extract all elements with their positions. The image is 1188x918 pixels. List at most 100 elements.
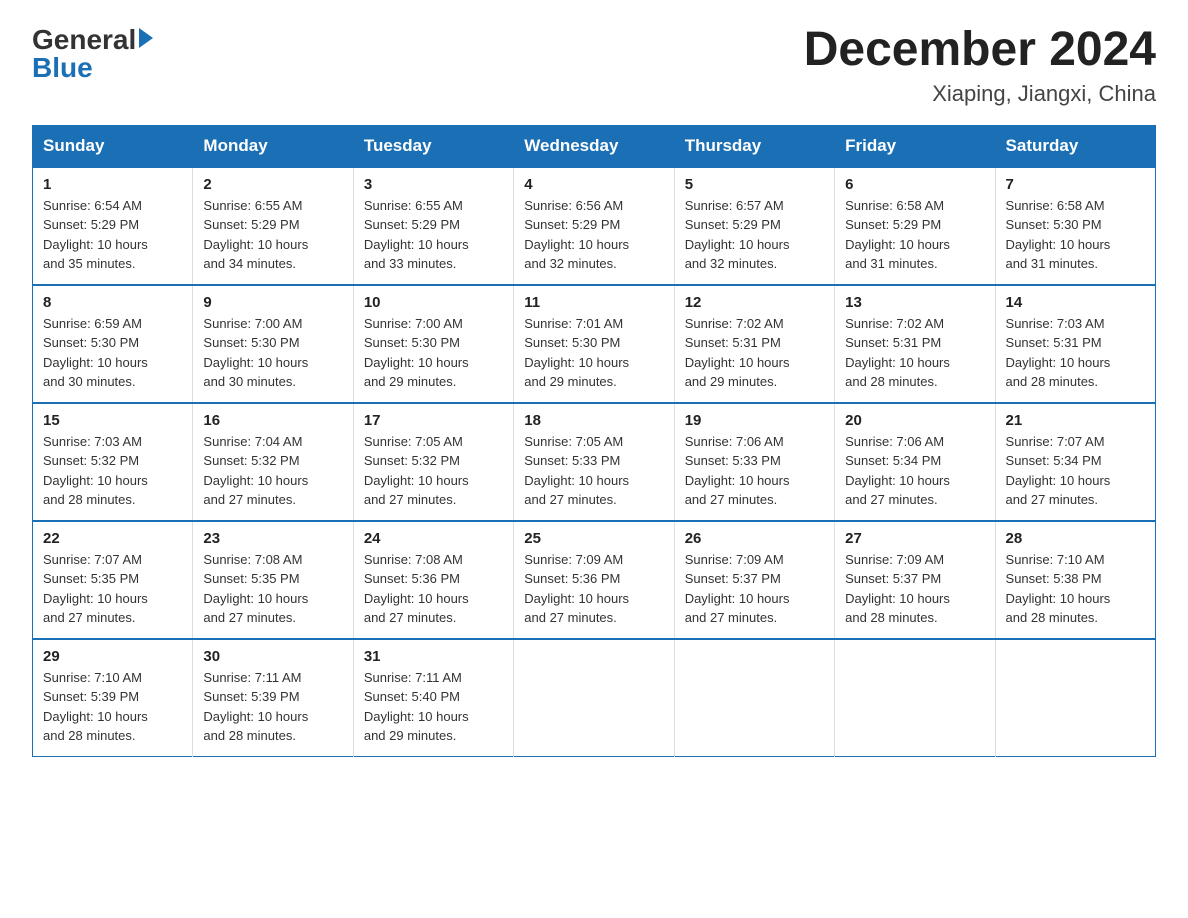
day-info: Sunrise: 7:05 AM Sunset: 5:33 PM Dayligh… (524, 432, 663, 510)
day-number: 20 (845, 412, 984, 429)
col-wednesday: Wednesday (514, 125, 674, 167)
table-row: 4 Sunrise: 6:56 AM Sunset: 5:29 PM Daylig… (514, 167, 674, 285)
table-row: 26 Sunrise: 7:09 AM Sunset: 5:37 PM Dayli… (674, 521, 834, 639)
day-info: Sunrise: 7:07 AM Sunset: 5:35 PM Dayligh… (43, 550, 182, 628)
col-saturday: Saturday (995, 125, 1155, 167)
day-info: Sunrise: 7:02 AM Sunset: 5:31 PM Dayligh… (845, 314, 984, 392)
col-thursday: Thursday (674, 125, 834, 167)
day-number: 16 (203, 412, 342, 429)
table-row: 14Sunrise: 7:03 AM Sunset: 5:31 PM Dayli… (995, 285, 1155, 403)
logo: General Blue (32, 24, 153, 84)
table-row: 23 Sunrise: 7:08 AM Sunset: 5:35 PM Dayli… (193, 521, 353, 639)
day-info: Sunrise: 7:10 AM Sunset: 5:39 PM Dayligh… (43, 668, 182, 746)
day-number: 6 (845, 176, 984, 193)
day-info: Sunrise: 7:05 AM Sunset: 5:32 PM Dayligh… (364, 432, 503, 510)
table-row: 15 Sunrise: 7:03 AM Sunset: 5:32 PM Dayli… (33, 403, 193, 521)
day-info: Sunrise: 6:54 AM Sunset: 5:29 PM Dayligh… (43, 196, 182, 274)
day-info: Sunrise: 7:06 AM Sunset: 5:34 PM Dayligh… (845, 432, 984, 510)
day-number: 30 (203, 648, 342, 665)
calendar-table: Sunday Monday Tuesday Wednesday Thursday… (32, 125, 1156, 757)
calendar-title: December 2024 (804, 24, 1156, 77)
table-row: 24 Sunrise: 7:08 AM Sunset: 5:36 PM Dayli… (353, 521, 513, 639)
table-row: 31 Sunrise: 7:11 AM Sunset: 5:40 PM Dayli… (353, 639, 513, 757)
day-info: Sunrise: 7:08 AM Sunset: 5:36 PM Dayligh… (364, 550, 503, 628)
table-row: 9 Sunrise: 7:00 AM Sunset: 5:30 PM Daylig… (193, 285, 353, 403)
table-row: 28Sunrise: 7:10 AM Sunset: 5:38 PM Dayli… (995, 521, 1155, 639)
calendar-subtitle: Xiaping, Jiangxi, China (804, 81, 1156, 107)
table-row: 3 Sunrise: 6:55 AM Sunset: 5:29 PM Daylig… (353, 167, 513, 285)
calendar-week-row: 15 Sunrise: 7:03 AM Sunset: 5:32 PM Dayli… (33, 403, 1156, 521)
calendar-week-row: 29 Sunrise: 7:10 AM Sunset: 5:39 PM Dayli… (33, 639, 1156, 757)
day-info: Sunrise: 7:11 AM Sunset: 5:39 PM Dayligh… (203, 668, 342, 746)
day-number: 15 (43, 412, 182, 429)
day-number: 27 (845, 530, 984, 547)
calendar-week-row: 22 Sunrise: 7:07 AM Sunset: 5:35 PM Dayli… (33, 521, 1156, 639)
title-block: December 2024 Xiaping, Jiangxi, China (804, 24, 1156, 107)
table-row: 2Sunrise: 6:55 AM Sunset: 5:29 PM Daylig… (193, 167, 353, 285)
day-number: 5 (685, 176, 824, 193)
day-number: 19 (685, 412, 824, 429)
table-row (674, 639, 834, 757)
day-info: Sunrise: 7:03 AM Sunset: 5:31 PM Dayligh… (1006, 314, 1145, 392)
day-number: 31 (364, 648, 503, 665)
table-row: 18 Sunrise: 7:05 AM Sunset: 5:33 PM Dayli… (514, 403, 674, 521)
table-row: 30 Sunrise: 7:11 AM Sunset: 5:39 PM Dayli… (193, 639, 353, 757)
day-number: 21 (1006, 412, 1145, 429)
col-tuesday: Tuesday (353, 125, 513, 167)
col-monday: Monday (193, 125, 353, 167)
day-info: Sunrise: 7:00 AM Sunset: 5:30 PM Dayligh… (364, 314, 503, 392)
day-info: Sunrise: 6:59 AM Sunset: 5:30 PM Dayligh… (43, 314, 182, 392)
day-number: 23 (203, 530, 342, 547)
day-info: Sunrise: 7:02 AM Sunset: 5:31 PM Dayligh… (685, 314, 824, 392)
day-info: Sunrise: 7:09 AM Sunset: 5:37 PM Dayligh… (685, 550, 824, 628)
table-row: 25 Sunrise: 7:09 AM Sunset: 5:36 PM Dayli… (514, 521, 674, 639)
day-number: 25 (524, 530, 663, 547)
col-friday: Friday (835, 125, 995, 167)
day-info: Sunrise: 6:58 AM Sunset: 5:30 PM Dayligh… (1006, 196, 1145, 274)
day-info: Sunrise: 6:55 AM Sunset: 5:29 PM Dayligh… (203, 196, 342, 274)
day-info: Sunrise: 6:56 AM Sunset: 5:29 PM Dayligh… (524, 196, 663, 274)
table-row: 10Sunrise: 7:00 AM Sunset: 5:30 PM Dayli… (353, 285, 513, 403)
table-row (835, 639, 995, 757)
day-info: Sunrise: 7:06 AM Sunset: 5:33 PM Dayligh… (685, 432, 824, 510)
table-row: 20 Sunrise: 7:06 AM Sunset: 5:34 PM Dayli… (835, 403, 995, 521)
day-number: 22 (43, 530, 182, 547)
table-row: 8Sunrise: 6:59 AM Sunset: 5:30 PM Daylig… (33, 285, 193, 403)
table-row (514, 639, 674, 757)
table-row: 12 Sunrise: 7:02 AM Sunset: 5:31 PM Dayli… (674, 285, 834, 403)
day-number: 9 (203, 294, 342, 311)
day-info: Sunrise: 7:11 AM Sunset: 5:40 PM Dayligh… (364, 668, 503, 746)
table-row: 21Sunrise: 7:07 AM Sunset: 5:34 PM Dayli… (995, 403, 1155, 521)
day-info: Sunrise: 7:00 AM Sunset: 5:30 PM Dayligh… (203, 314, 342, 392)
day-number: 4 (524, 176, 663, 193)
day-info: Sunrise: 6:58 AM Sunset: 5:29 PM Dayligh… (845, 196, 984, 274)
day-info: Sunrise: 6:55 AM Sunset: 5:29 PM Dayligh… (364, 196, 503, 274)
day-info: Sunrise: 7:09 AM Sunset: 5:37 PM Dayligh… (845, 550, 984, 628)
table-row: 17 Sunrise: 7:05 AM Sunset: 5:32 PM Dayli… (353, 403, 513, 521)
table-row: 29 Sunrise: 7:10 AM Sunset: 5:39 PM Dayli… (33, 639, 193, 757)
table-row: 16 Sunrise: 7:04 AM Sunset: 5:32 PM Dayli… (193, 403, 353, 521)
table-row: 27 Sunrise: 7:09 AM Sunset: 5:37 PM Dayli… (835, 521, 995, 639)
col-sunday: Sunday (33, 125, 193, 167)
day-info: Sunrise: 7:04 AM Sunset: 5:32 PM Dayligh… (203, 432, 342, 510)
table-row: 1 Sunrise: 6:54 AM Sunset: 5:29 PM Daylig… (33, 167, 193, 285)
table-row: 5Sunrise: 6:57 AM Sunset: 5:29 PM Daylig… (674, 167, 834, 285)
day-number: 18 (524, 412, 663, 429)
day-number: 24 (364, 530, 503, 547)
day-number: 12 (685, 294, 824, 311)
table-row: 22 Sunrise: 7:07 AM Sunset: 5:35 PM Dayli… (33, 521, 193, 639)
day-info: Sunrise: 7:09 AM Sunset: 5:36 PM Dayligh… (524, 550, 663, 628)
day-number: 26 (685, 530, 824, 547)
day-number: 29 (43, 648, 182, 665)
table-row: 11Sunrise: 7:01 AM Sunset: 5:30 PM Dayli… (514, 285, 674, 403)
day-number: 28 (1006, 530, 1145, 547)
table-row: 7Sunrise: 6:58 AM Sunset: 5:30 PM Daylig… (995, 167, 1155, 285)
calendar-week-row: 1 Sunrise: 6:54 AM Sunset: 5:29 PM Daylig… (33, 167, 1156, 285)
day-info: Sunrise: 7:08 AM Sunset: 5:35 PM Dayligh… (203, 550, 342, 628)
page-header: General Blue December 2024 Xiaping, Jian… (32, 24, 1156, 107)
day-info: Sunrise: 7:03 AM Sunset: 5:32 PM Dayligh… (43, 432, 182, 510)
day-number: 17 (364, 412, 503, 429)
day-number: 3 (364, 176, 503, 193)
day-number: 1 (43, 176, 182, 193)
calendar-week-row: 8Sunrise: 6:59 AM Sunset: 5:30 PM Daylig… (33, 285, 1156, 403)
